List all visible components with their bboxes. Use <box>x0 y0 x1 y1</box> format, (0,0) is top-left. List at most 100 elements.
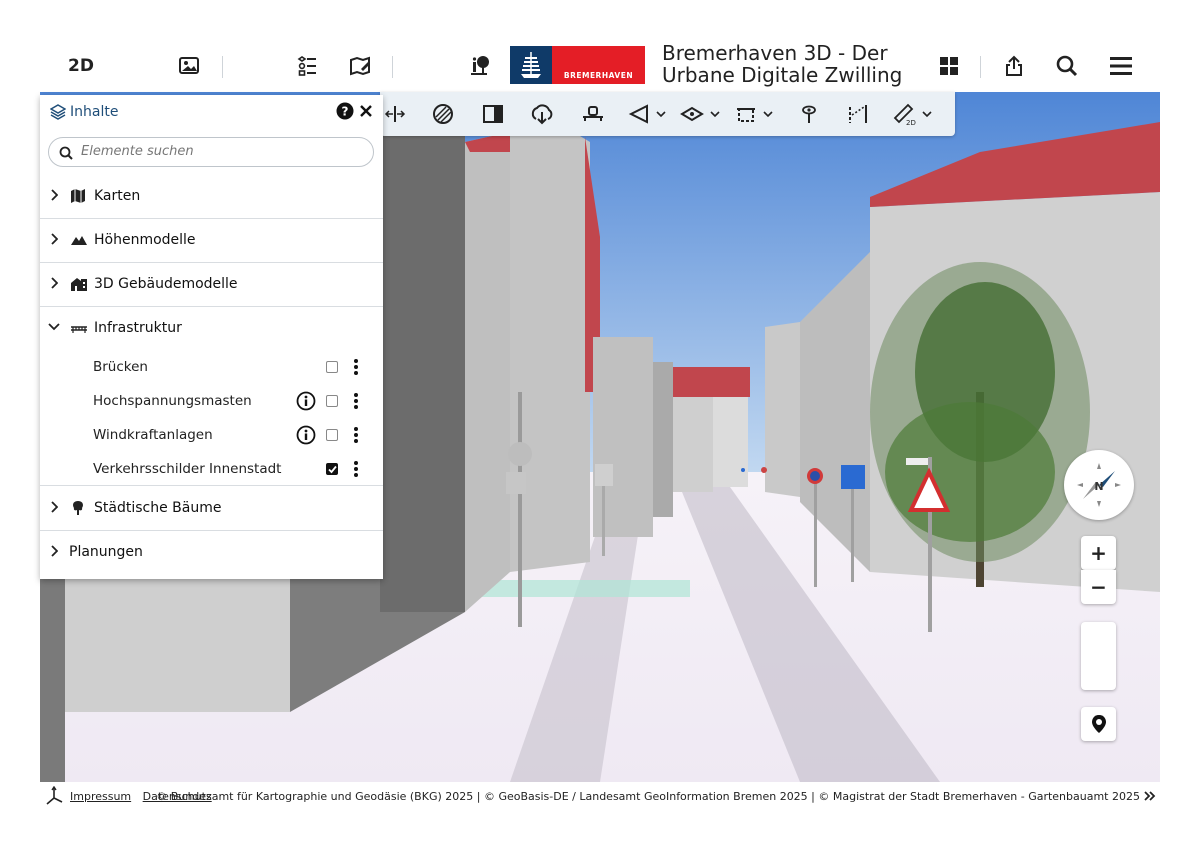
panel-layout-button[interactable] <box>482 100 504 128</box>
roof <box>673 367 750 397</box>
double-chevron-right-icon[interactable] <box>1144 791 1156 801</box>
split-view-button[interactable] <box>384 100 406 128</box>
chevron-right-icon <box>51 233 58 245</box>
viewshed-button[interactable] <box>628 100 666 128</box>
map-style-icon <box>350 56 370 76</box>
layer-label: Verkehrsschilder Innenstadt <box>93 461 282 477</box>
measure-height-icon <box>849 105 867 123</box>
drone-icon <box>583 106 603 121</box>
info-icon[interactable] <box>296 391 316 411</box>
panel-header: Inhalte ? <box>40 95 383 129</box>
search-icon <box>1056 55 1078 77</box>
tilt-slider[interactable] <box>1081 622 1116 690</box>
bridge-icon <box>71 326 87 333</box>
page-title: Bremerhaven 3D - Der Urbane Digitale Zwi… <box>662 42 902 86</box>
share-button[interactable] <box>1000 52 1028 80</box>
zoom-out-label: − <box>1090 575 1107 599</box>
perspective-button[interactable] <box>680 100 720 128</box>
feature-info-button[interactable] <box>465 52 495 80</box>
layer-checkbox[interactable] <box>326 361 338 373</box>
clip-box-icon <box>737 108 755 122</box>
title-line-1: Bremerhaven 3D - Der <box>662 41 888 65</box>
footer: Impressum Datenschutz © Bundesamt für Ka… <box>40 784 1160 810</box>
layer-item-windkraftanlagen: Windkraftanlagen <box>40 418 383 452</box>
building <box>380 92 465 612</box>
content-panel: Inhalte ? Elemente suchen Karten Höhenmo… <box>40 95 383 579</box>
category-hoehenmodelle[interactable]: Höhenmodelle <box>40 220 383 263</box>
help-icon[interactable]: ? <box>336 102 354 120</box>
svg-text:?: ? <box>342 105 349 119</box>
title-line-2: Urbane Digitale Zwilling <box>662 63 903 87</box>
close-icon[interactable] <box>360 105 372 117</box>
layer-checkbox-checked[interactable] <box>326 463 338 475</box>
download-button[interactable] <box>530 100 554 128</box>
zoom-out-button[interactable]: − <box>1081 570 1116 604</box>
building <box>653 362 673 517</box>
building <box>673 382 713 492</box>
copyright-text: © Bundesamt für Kartographie und Geodäsi… <box>156 790 1140 803</box>
compass-north-label: N <box>1094 480 1103 493</box>
category-karten[interactable]: Karten <box>40 176 383 219</box>
panel-title: Inhalte <box>70 104 119 120</box>
search-button[interactable] <box>1052 52 1082 80</box>
separator <box>980 56 981 78</box>
layer-label: Brücken <box>93 359 148 375</box>
copyright: © Bundesamt für Kartographie und Geodäsi… <box>156 790 1140 803</box>
building <box>40 562 65 782</box>
mode-2d-label: 2D <box>68 56 94 76</box>
compass[interactable]: N <box>1064 450 1134 520</box>
layer-checkbox[interactable] <box>326 429 338 441</box>
menu-button[interactable] <box>1106 52 1136 80</box>
more-options-icon[interactable] <box>353 426 359 444</box>
drone-button[interactable] <box>581 100 605 128</box>
legend-list-icon <box>297 56 316 76</box>
zoom-in-button[interactable]: + <box>1081 536 1116 570</box>
category-label: 3D Gebäudemodelle <box>94 276 238 292</box>
category-planungen[interactable]: Planungen <box>40 532 383 575</box>
download-icon <box>531 104 553 125</box>
chevron-right-icon <box>51 277 58 289</box>
feature-info-icon <box>471 56 489 75</box>
image-icon <box>179 57 199 74</box>
building-icon <box>71 278 87 291</box>
shadow-button[interactable] <box>432 100 454 128</box>
search-input[interactable]: Elemente suchen <box>48 137 374 167</box>
more-options-icon[interactable] <box>353 460 359 478</box>
zoom-in-label: + <box>1090 541 1107 565</box>
layer-item-verkehrsschilder: Verkehrsschilder Innenstadt <box>40 452 383 486</box>
logo-text: BREMERHAVEN <box>563 71 634 80</box>
top-bar: 2D BREMERHAVEN Bremerhaven 3D - Der Urba… <box>40 40 1160 92</box>
layer-label: Windkraftanlagen <box>93 427 213 443</box>
chevron-down-icon <box>763 111 773 118</box>
category-label: Planungen <box>69 544 143 560</box>
category-staedtische-baeume[interactable]: Städtische Bäume <box>40 488 383 531</box>
category-3d-gebaeudemodelle[interactable]: 3D Gebäudemodelle <box>40 264 383 307</box>
checkmark-icon <box>328 465 337 474</box>
tree-icon <box>73 501 83 515</box>
clip-box-button[interactable] <box>735 100 773 128</box>
separator <box>392 56 393 78</box>
building <box>765 322 800 497</box>
category-label: Höhenmodelle <box>94 232 196 248</box>
visibility-button[interactable] <box>798 100 820 128</box>
category-infrastruktur[interactable]: Infrastruktur <box>40 308 383 351</box>
impressum-link[interactable]: Impressum <box>70 790 131 803</box>
shadow-icon <box>433 104 453 124</box>
apps-button[interactable] <box>935 52 963 80</box>
legend-button[interactable] <box>292 52 322 80</box>
info-icon[interactable] <box>296 425 316 445</box>
image-button[interactable] <box>174 52 204 80</box>
perspective-icon <box>680 106 704 122</box>
layer-item-bruecken: Brücken <box>40 350 383 384</box>
measure-2d-button[interactable]: 2D <box>892 100 932 128</box>
more-options-icon[interactable] <box>353 358 359 376</box>
compass-icon: N <box>1077 463 1121 507</box>
more-options-icon[interactable] <box>353 392 359 410</box>
layer-checkbox[interactable] <box>326 395 338 407</box>
locate-button[interactable] <box>1081 707 1116 741</box>
category-label: Infrastruktur <box>94 320 182 336</box>
mode-2d-button[interactable]: 2D <box>58 52 104 80</box>
measure-height-button[interactable] <box>846 100 870 128</box>
chevron-right-icon <box>51 189 58 201</box>
map-style-button[interactable] <box>345 52 375 80</box>
